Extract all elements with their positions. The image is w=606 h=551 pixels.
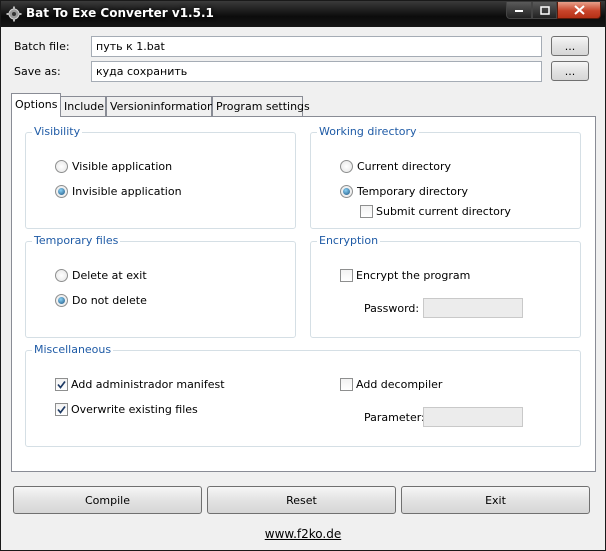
miscellaneous-group: Miscellaneous Add administrador manifest… bbox=[25, 343, 581, 447]
options-tab-panel: Visibility Visible application Invisible… bbox=[11, 116, 596, 472]
submit-current-directory-label: Submit current directory bbox=[376, 205, 511, 218]
checkmark-icon bbox=[57, 380, 66, 389]
client-area: Batch file: путь к 1.bat ... Save as: ку… bbox=[5, 27, 601, 547]
radio-button[interactable] bbox=[340, 160, 353, 173]
compile-button[interactable]: Compile bbox=[13, 486, 202, 514]
minimize-icon bbox=[515, 10, 523, 12]
delete-at-exit-option[interactable]: Delete at exit bbox=[55, 269, 147, 282]
temporary-files-group: Temporary files Delete at exit Do not de… bbox=[25, 234, 296, 338]
radio-button-selected[interactable] bbox=[55, 294, 68, 307]
encryption-group-title: Encryption bbox=[317, 234, 381, 247]
tab-options[interactable]: Options bbox=[11, 93, 61, 117]
gear-app-icon bbox=[6, 6, 22, 22]
tab-include[interactable]: Include bbox=[60, 96, 106, 116]
radio-button[interactable] bbox=[55, 269, 68, 282]
add-decompiler-option[interactable]: Add decompiler bbox=[340, 378, 442, 391]
temporary-directory-option[interactable]: Temporary directory bbox=[340, 185, 468, 198]
radio-button[interactable] bbox=[55, 160, 68, 173]
miscellaneous-group-title: Miscellaneous bbox=[32, 343, 114, 356]
radio-button-selected[interactable] bbox=[55, 185, 68, 198]
website-link[interactable]: www.f2ko.de bbox=[5, 527, 601, 541]
radio-dot-icon bbox=[58, 297, 65, 304]
app-window: Bat To Exe Converter v1.5.1 Batch file: … bbox=[0, 0, 606, 551]
batch-file-input[interactable]: путь к 1.bat bbox=[91, 36, 542, 57]
maximize-icon bbox=[539, 5, 550, 15]
title-bar[interactable]: Bat To Exe Converter v1.5.1 bbox=[1, 1, 605, 27]
checkmark-icon bbox=[57, 405, 66, 414]
temporary-files-group-title: Temporary files bbox=[32, 234, 121, 247]
window-title: Bat To Exe Converter v1.5.1 bbox=[26, 6, 214, 20]
save-as-browse-button[interactable]: ... bbox=[551, 61, 589, 81]
do-not-delete-option[interactable]: Do not delete bbox=[55, 294, 147, 307]
invisible-application-option[interactable]: Invisible application bbox=[55, 185, 182, 198]
password-label: Password: bbox=[364, 302, 420, 315]
overwrite-files-label: Overwrite existing files bbox=[71, 403, 198, 416]
save-as-input[interactable]: куда сохранить bbox=[91, 61, 542, 82]
checkbox-checked[interactable] bbox=[55, 378, 68, 391]
working-directory-group-title: Working directory bbox=[317, 125, 419, 138]
checkbox[interactable] bbox=[340, 269, 353, 282]
delete-at-exit-label: Delete at exit bbox=[72, 269, 147, 282]
do-not-delete-label: Do not delete bbox=[72, 294, 147, 307]
invisible-application-label: Invisible application bbox=[72, 185, 182, 198]
current-directory-label: Current directory bbox=[357, 160, 452, 173]
encrypt-program-option[interactable]: Encrypt the program bbox=[340, 269, 470, 282]
visibility-group: Visibility Visible application Invisible… bbox=[25, 125, 296, 229]
parameter-label: Parameter: bbox=[364, 411, 425, 424]
submit-current-directory-option[interactable]: Submit current directory bbox=[360, 205, 511, 218]
visible-application-option[interactable]: Visible application bbox=[55, 160, 172, 173]
checkbox-checked[interactable] bbox=[55, 403, 68, 416]
radio-dot-icon bbox=[343, 188, 350, 195]
batch-file-label: Batch file: bbox=[14, 40, 70, 53]
parameter-input[interactable] bbox=[423, 407, 523, 427]
minimize-button[interactable] bbox=[506, 2, 532, 19]
checkbox[interactable] bbox=[360, 205, 373, 218]
admin-manifest-label: Add administrador manifest bbox=[71, 378, 225, 391]
visibility-group-title: Visibility bbox=[32, 125, 83, 138]
save-as-label: Save as: bbox=[14, 65, 61, 78]
batch-file-browse-button[interactable]: ... bbox=[551, 36, 589, 56]
reset-button[interactable]: Reset bbox=[207, 486, 396, 514]
exit-button[interactable]: Exit bbox=[401, 486, 590, 514]
working-directory-group: Working directory Current directory Temp… bbox=[310, 125, 581, 229]
overwrite-files-option[interactable]: Overwrite existing files bbox=[55, 403, 198, 416]
close-button[interactable] bbox=[557, 2, 601, 19]
password-input[interactable] bbox=[423, 298, 523, 318]
temporary-directory-label: Temporary directory bbox=[357, 185, 469, 198]
tab-versioninformations[interactable]: Versioninformations bbox=[106, 96, 220, 116]
radio-dot-icon bbox=[58, 188, 65, 195]
add-decompiler-label: Add decompiler bbox=[356, 378, 443, 391]
encryption-group: Encryption Encrypt the program Password: bbox=[310, 234, 581, 338]
close-icon bbox=[573, 5, 585, 15]
admin-manifest-option[interactable]: Add administrador manifest bbox=[55, 378, 225, 391]
checkbox[interactable] bbox=[340, 378, 353, 391]
current-directory-option[interactable]: Current directory bbox=[340, 160, 451, 173]
radio-button-selected[interactable] bbox=[340, 185, 353, 198]
maximize-button[interactable] bbox=[532, 2, 557, 19]
visible-application-label: Visible application bbox=[72, 160, 173, 173]
encrypt-program-label: Encrypt the program bbox=[356, 269, 471, 282]
tab-program-settings[interactable]: Program settings bbox=[212, 96, 310, 116]
